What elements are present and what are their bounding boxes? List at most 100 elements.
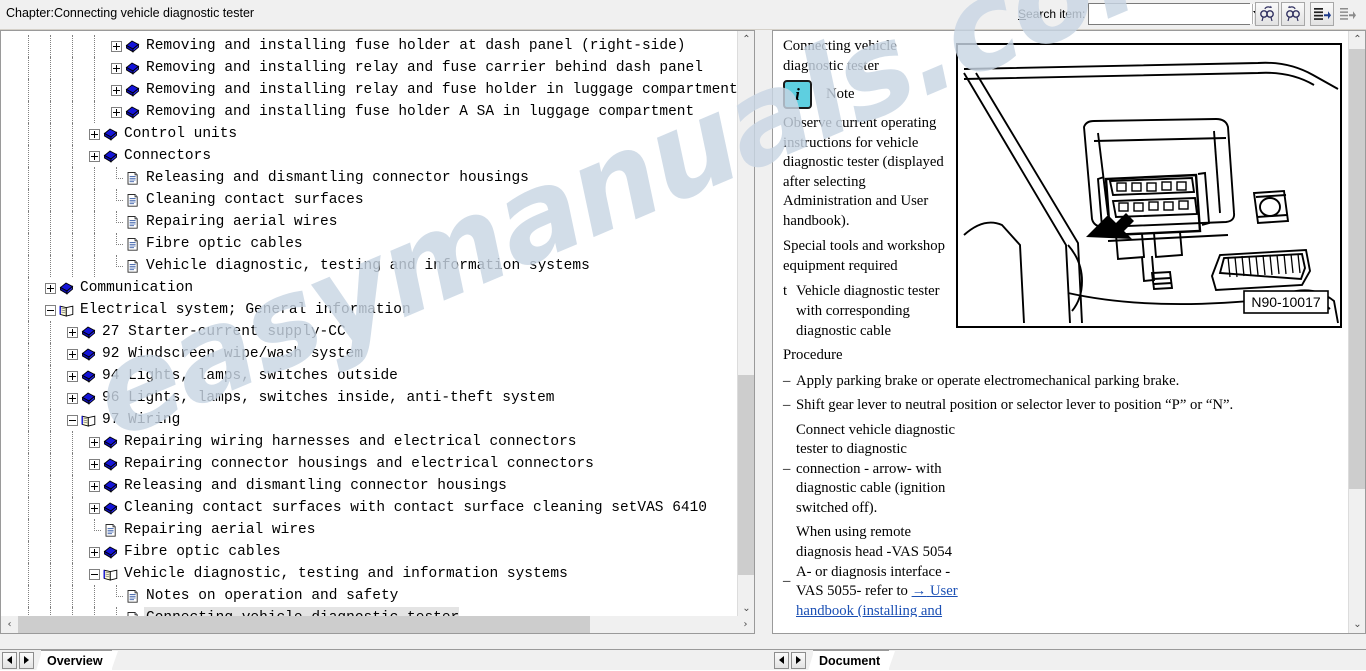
tree-vertical-scrollbar[interactable]: ⌃ ⌄ [737,31,754,617]
tree-item[interactable]: Removing and installing relay and fuse c… [1,57,739,79]
expand-node-icon[interactable] [67,326,78,338]
tree-guide-line [94,57,96,79]
document-vertical-scrollbar[interactable]: ⌃ ⌄ [1348,31,1365,633]
tree-item[interactable]: 94 Lights, lamps, switches outside [1,365,739,387]
scroll-down-icon[interactable]: ⌄ [1349,616,1365,633]
expand-node-icon[interactable] [67,392,78,404]
diagnostic-connection-figure: N90-10017 [956,43,1342,328]
tab-next-button[interactable] [19,651,34,669]
tree-guide-line [28,123,30,145]
tree-guide-line [72,233,74,255]
expand-node-icon[interactable] [89,546,100,558]
expand-node-icon[interactable] [89,436,100,448]
collapse-node-icon[interactable] [89,568,100,580]
expand-node-icon[interactable] [89,128,100,140]
step-marker: – [783,397,791,414]
expand-node-icon[interactable] [111,40,122,52]
tree-vscroll-thumb[interactable] [738,375,754,575]
expand-node-icon[interactable] [111,62,122,74]
document-icon [125,259,140,274]
tree-item[interactable]: Communication [1,277,739,299]
tree-guide-line [72,101,74,123]
search-input[interactable] [1089,4,1252,24]
tree-item[interactable]: 92 Windscreen wipe/wash system [1,343,739,365]
tree-guide-line [50,321,52,343]
collapse-tree-button[interactable] [1336,2,1360,26]
expand-node-icon[interactable] [89,502,100,514]
closed-book-icon [125,39,140,54]
closed-book-icon [103,501,118,516]
search-combobox[interactable] [1088,3,1263,25]
collapse-node-icon[interactable] [45,304,56,316]
tree-item[interactable]: Electrical system; General information [1,299,739,321]
tree-hscroll-thumb[interactable] [18,616,590,633]
expand-node-icon[interactable] [89,150,100,162]
document-icon [125,215,140,230]
tree-item[interactable]: Repairing aerial wires [1,210,739,233]
closed-book-icon [103,127,118,142]
tree-item[interactable]: 27 Starter-current supply-CC [1,321,739,343]
scroll-up-icon[interactable]: ⌃ [1349,31,1365,48]
doc-tab-next-button[interactable] [791,651,806,669]
tab-overview[interactable]: Overview [36,650,118,671]
top-toolbar: Chapter:Connecting vehicle diagnostic te… [0,0,1366,30]
scroll-left-icon[interactable]: ‹ [1,616,18,633]
find-previous-button[interactable] [1255,2,1279,26]
scroll-up-icon[interactable]: ⌃ [738,31,754,48]
tree-guide-line [50,145,52,167]
tree-item[interactable]: Connectors [1,145,739,167]
collapse-node-icon[interactable] [67,414,78,426]
tree-guide-line [28,541,30,563]
tree-item[interactable]: Removing and installing relay and fuse h… [1,79,739,101]
tree-item[interactable]: Vehicle diagnostic, testing and informat… [1,563,739,585]
tree-item[interactable]: Repairing connector housings and electri… [1,453,739,475]
tree-item[interactable]: Releasing and dismantling connector hous… [1,166,739,189]
expand-node-icon[interactable] [89,458,100,470]
tree-horizontal-scrollbar[interactable]: ‹ › [1,616,754,633]
tree-leaf-connector [89,518,101,536]
closed-book-icon [103,149,118,164]
doc-tab-prev-button[interactable] [774,651,789,669]
tree-guide-line [72,167,74,189]
tree-item[interactable]: Vehicle diagnostic, testing and informat… [1,254,739,277]
expand-node-icon[interactable] [89,480,100,492]
expand-tree-button[interactable] [1310,2,1334,26]
tree-item[interactable]: Cleaning contact surfaces with contact s… [1,497,739,519]
tree-item[interactable]: Fibre optic cables [1,541,739,563]
tree-guide-line [94,233,96,255]
find-next-button[interactable] [1281,2,1305,26]
expand-node-icon[interactable] [67,348,78,360]
tree-item[interactable]: Repairing wiring harnesses and electrica… [1,431,739,453]
expand-node-icon[interactable] [45,282,56,294]
tree-guide-line [72,35,74,57]
panel-splitter[interactable] [755,30,772,670]
expand-node-icon[interactable] [111,106,122,118]
navigation-tree[interactable]: Removing and installing fuse holder at d… [1,31,739,617]
scroll-down-icon[interactable]: ⌄ [738,600,754,617]
tree-guide-line [50,101,52,123]
tree-item-label: Fibre optic cables [146,236,303,252]
tree-item[interactable]: Control units [1,123,739,145]
expand-node-icon[interactable] [111,84,122,96]
tree-item-label: Communication [80,280,194,296]
tab-prev-button[interactable] [2,651,17,669]
tree-item[interactable]: Removing and installing fuse holder A SA… [1,101,739,123]
tree-item[interactable]: 97 Wiring [1,409,739,431]
expand-node-icon[interactable] [67,370,78,382]
tree-item[interactable]: Notes on operation and safety [1,584,739,607]
scroll-right-icon[interactable]: › [737,616,754,633]
document-icon [103,523,118,538]
tree-item[interactable]: Cleaning contact surfaces [1,188,739,211]
tree-guide-line [72,563,74,585]
tree-item[interactable]: Removing and installing fuse holder at d… [1,35,739,57]
tree-item[interactable]: Repairing aerial wires [1,518,739,541]
tree-item[interactable]: 96 Lights, lamps, switches inside, anti-… [1,387,739,409]
tree-guide-line [50,563,52,585]
tab-document[interactable]: Document [807,650,896,671]
tree-item[interactable]: Fibre optic cables [1,232,739,255]
tree-item[interactable]: Releasing and dismantling connector hous… [1,475,739,497]
document-vscroll-thumb[interactable] [1349,49,1365,489]
